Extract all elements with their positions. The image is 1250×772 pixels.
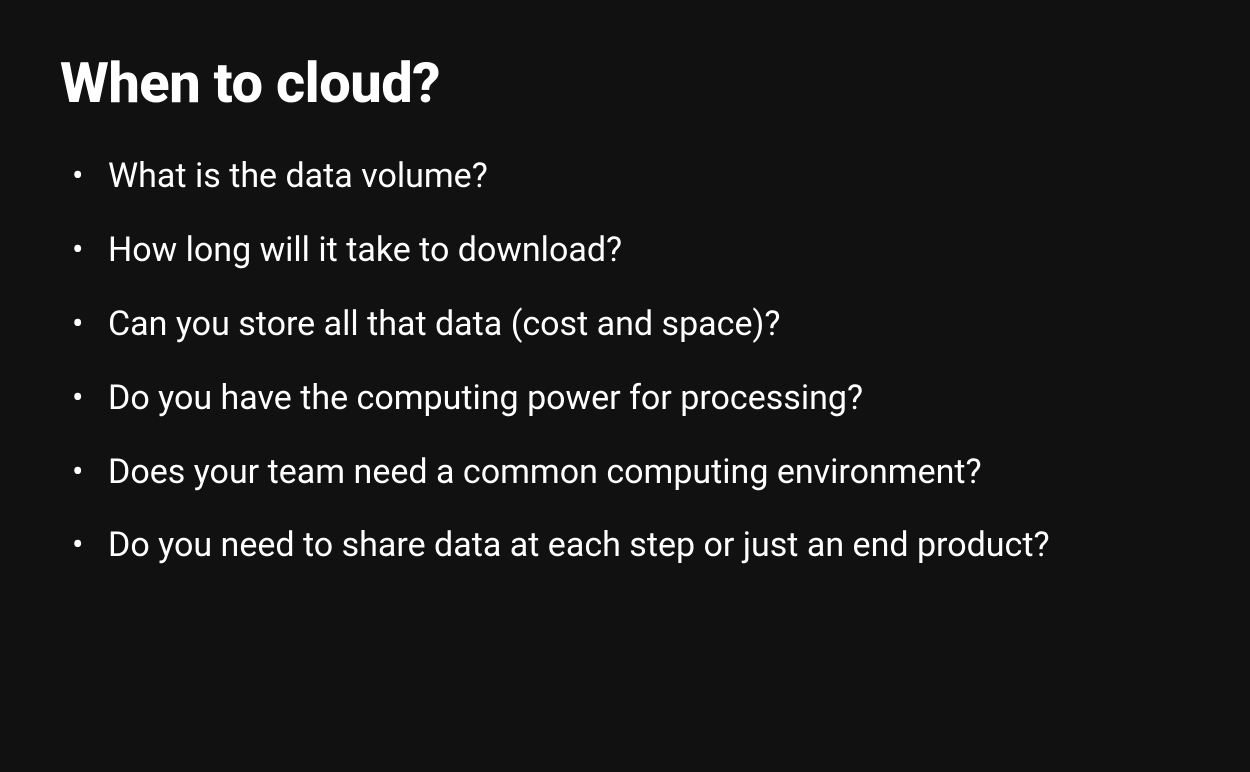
slide-title: When to cloud? — [60, 50, 1190, 116]
list-item: Does your team need a common computing e… — [108, 450, 1190, 496]
bullet-list: What is the data volume? How long will i… — [60, 154, 1190, 569]
list-item: Do you need to share data at each step o… — [108, 523, 1190, 569]
list-item: How long will it take to download? — [108, 228, 1190, 274]
list-item: Do you have the computing power for proc… — [108, 376, 1190, 422]
list-item: What is the data volume? — [108, 154, 1190, 200]
list-item: Can you store all that data (cost and sp… — [108, 302, 1190, 348]
